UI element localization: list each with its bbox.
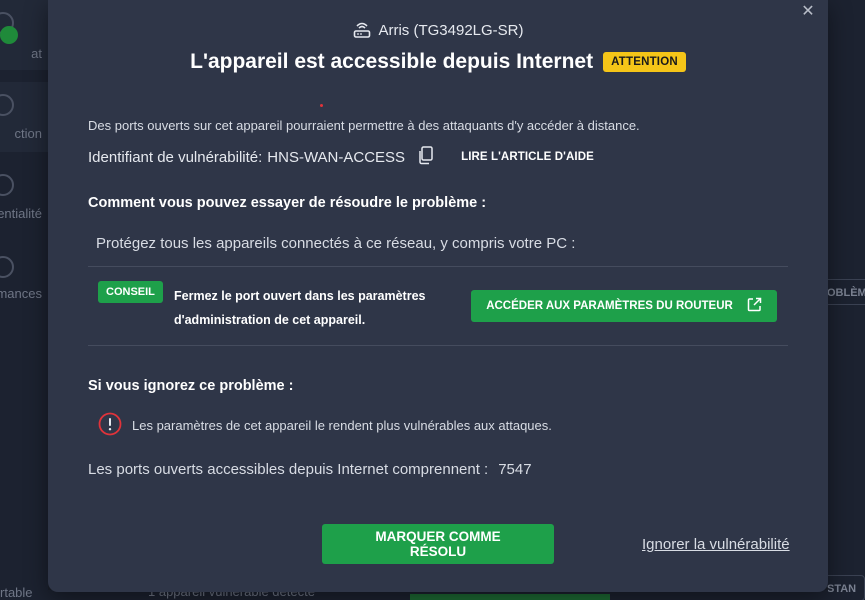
background-nav-item: at — [0, 0, 48, 70]
vulnerability-dialog: ✕ Arris (TG3492LG-SR) L'appareil est acc… — [48, 0, 828, 592]
open-ports-label: Les ports ouverts accessibles depuis Int… — [88, 461, 489, 478]
vulnerability-id-row: Identifiant de vulnérabilité: HNS-WAN-AC… — [88, 145, 594, 169]
device-header: Arris (TG3492LG-SR) — [48, 20, 828, 40]
vulnerability-label: Identifiant de vulnérabilité: — [88, 148, 263, 166]
background-bottom-button — [410, 594, 610, 600]
ignore-consequence-title: Si vous ignorez ce problème : — [88, 378, 294, 394]
open-ports-row: Les ports ouverts accessibles depuis Int… — [88, 461, 532, 478]
background-nav-item: mances — [0, 246, 48, 316]
router-settings-label: ACCÉDER AUX PARAMÈTRES DU ROUTEUR — [486, 300, 733, 312]
protect-devices-text: Protégez tous les appareils connectés à … — [96, 235, 576, 252]
red-dot — [320, 104, 323, 107]
external-link-icon — [747, 297, 762, 315]
attention-badge: ATTENTION — [603, 52, 686, 72]
warning-row: Les paramètres de cet appareil le renden… — [98, 412, 552, 439]
tip-text: Fermez le port ouvert dans les paramètre… — [174, 289, 426, 327]
background-nav-item: ction — [0, 82, 48, 152]
ignore-vulnerability-link[interactable]: Ignorer la vulnérabilité — [642, 536, 790, 553]
background-nav-icon — [0, 256, 14, 278]
background-nav-label: entialité — [0, 206, 42, 221]
help-article-link[interactable]: LIRE L'ARTICLE D'AIDE — [461, 151, 594, 163]
mark-resolved-button[interactable]: MARQUER COMME RÉSOLU — [322, 524, 554, 564]
open-ports-value: 7547 — [498, 461, 532, 478]
close-icon[interactable]: ✕ — [800, 4, 816, 20]
background-sidebar: at ction entialité mances — [0, 0, 48, 600]
router-icon — [352, 20, 372, 40]
title-row: L'appareil est accessible depuis Interne… — [48, 50, 828, 74]
background-nav-label: mances — [0, 286, 42, 301]
tip-badge: CONSEIL — [98, 281, 163, 303]
dialog-title: L'appareil est accessible depuis Interne… — [190, 50, 594, 73]
divider — [88, 266, 788, 267]
background-nav-label: ction — [14, 126, 42, 141]
copy-icon[interactable] — [417, 145, 435, 169]
vulnerability-id: HNS-WAN-ACCESS — [267, 148, 406, 166]
background-nav-icon — [0, 174, 14, 196]
background-nav-icon — [0, 94, 14, 116]
router-settings-button[interactable]: ACCÉDER AUX PARAMÈTRES DU ROUTEUR — [471, 290, 777, 322]
device-name: Arris (TG3492LG-SR) — [378, 21, 524, 39]
background-nav-item: entialité — [0, 164, 48, 234]
background-right-panel: OBLÈM STAN — [818, 0, 865, 600]
description-text: Des ports ouverts sur cet appareil pourr… — [88, 118, 640, 133]
divider — [88, 345, 788, 346]
warning-text: Les paramètres de cet appareil le renden… — [132, 418, 552, 433]
background-check-icon — [0, 26, 18, 44]
how-to-fix-title: Comment vous pouvez essayer de résoudre … — [88, 195, 487, 211]
exclamation-circle-icon — [98, 412, 122, 439]
background-nav-label: at — [31, 46, 42, 61]
background-bottom-left: rtable — [0, 585, 33, 600]
